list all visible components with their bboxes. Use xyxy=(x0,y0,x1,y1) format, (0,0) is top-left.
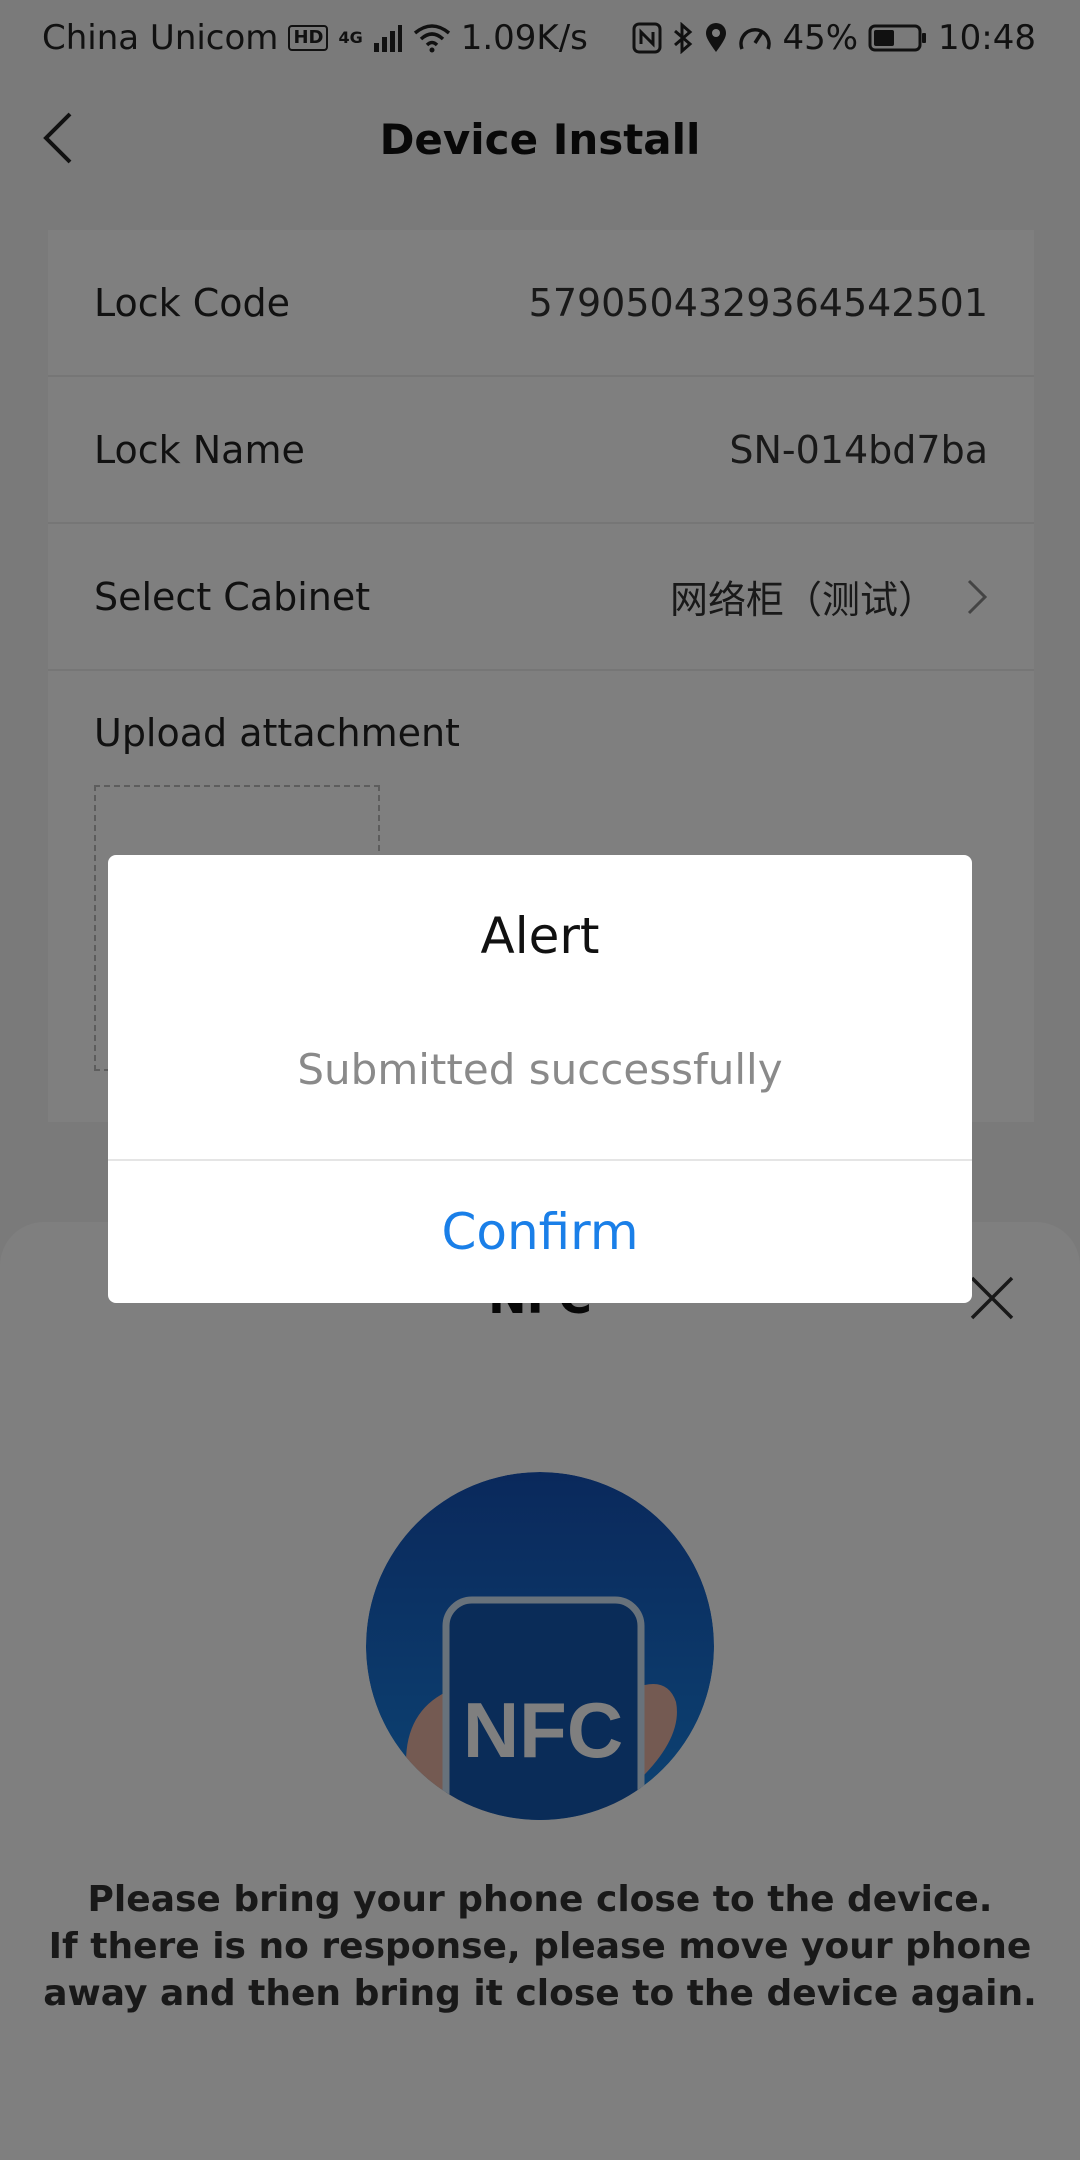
alert-title: Alert xyxy=(480,907,600,965)
confirm-button[interactable]: Confirm xyxy=(108,1161,972,1303)
alert-message: Submitted successfully xyxy=(297,1045,783,1094)
alert-dialog: Alert Submitted successfully Confirm xyxy=(108,855,972,1303)
